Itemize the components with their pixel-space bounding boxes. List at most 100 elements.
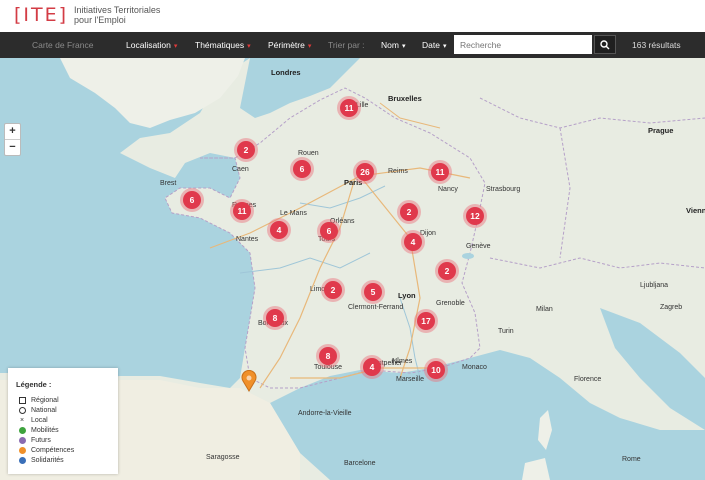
cluster-count: 8	[319, 347, 337, 365]
chevron-down-icon: ▾	[247, 43, 251, 50]
dot-icon	[18, 436, 26, 444]
square-outline-icon	[18, 396, 26, 404]
map-label: Nantes	[236, 236, 259, 243]
zoom-control: + −	[4, 123, 21, 156]
cross-icon: ×	[19, 416, 25, 424]
map-label: Saragosse	[206, 454, 240, 461]
map-cluster-marker[interactable]: 26	[353, 160, 377, 184]
map-label: Le Mans	[280, 210, 307, 217]
chevron-down-icon: ▾	[173, 43, 178, 50]
map-cluster-marker[interactable]: 10	[424, 358, 448, 382]
cluster-count: 2	[400, 203, 418, 221]
map-cluster-marker[interactable]: 12	[463, 204, 487, 228]
map-cluster-marker[interactable]: 4	[401, 230, 425, 254]
map-label: Rome	[622, 456, 641, 463]
map-cluster-marker[interactable]: 6	[180, 188, 204, 212]
map-label: Rouen	[298, 150, 319, 157]
map-legend: Légende : Régional National × Local Mobi…	[8, 368, 118, 474]
cluster-count: 17	[417, 312, 435, 330]
chevron-down-icon: ▾	[442, 43, 447, 50]
legend-item: × Local	[18, 415, 48, 425]
map-label: Bruxelles	[388, 94, 422, 103]
dot-icon	[18, 426, 26, 434]
map-label: Nîmes	[392, 358, 413, 365]
localisation-dropdown[interactable]: Localisation ▾	[126, 32, 177, 58]
map-pin-marker[interactable]	[241, 370, 257, 392]
legend-item: Mobilités	[18, 425, 59, 435]
map-cluster-marker[interactable]: 4	[267, 218, 291, 242]
map-cluster-marker[interactable]: 17	[414, 309, 438, 333]
map-cluster-marker[interactable]: 11	[230, 199, 254, 223]
legend-item: Solidarités	[18, 455, 64, 465]
sort-date-label: Date	[422, 40, 440, 50]
perimetre-label: Périmètre	[268, 40, 305, 50]
legend-item: Régional	[18, 395, 59, 405]
dot-icon	[18, 446, 26, 454]
cluster-count: 10	[427, 361, 445, 379]
legend-label: Compétences	[31, 446, 75, 454]
search-button[interactable]	[594, 35, 616, 54]
map-cluster-marker[interactable]: 8	[316, 344, 340, 368]
legend-label: Mobilités	[31, 426, 59, 434]
perimetre-dropdown[interactable]: Périmètre ▾	[268, 32, 311, 58]
legend-label: Futurs	[31, 436, 51, 444]
map-link[interactable]: Carte de France	[32, 32, 93, 58]
legend-item: National	[18, 405, 57, 415]
map-cluster-marker[interactable]: 8	[263, 306, 287, 330]
localisation-label: Localisation	[126, 40, 171, 50]
map-label: Lyon	[398, 291, 416, 300]
legend-label: Local	[31, 416, 48, 424]
map-cluster-marker[interactable]: 11	[337, 96, 361, 120]
site-logo[interactable]: [ITE] Initiatives Territoriales pour l'E…	[14, 4, 164, 26]
search-input[interactable]	[454, 35, 592, 54]
cluster-count: 26	[356, 163, 374, 181]
cluster-count: 11	[431, 163, 449, 181]
results-count: 163 résultats	[632, 40, 681, 50]
sort-nom-button[interactable]: Nom ▾	[381, 32, 405, 58]
sort-date-button[interactable]: Date ▾	[422, 32, 446, 58]
map-cluster-marker[interactable]: 11	[428, 160, 452, 184]
map-label: Strasbourg	[486, 186, 521, 193]
map-cluster-marker[interactable]: 2	[397, 200, 421, 224]
sort-label: Trier par :	[328, 40, 365, 50]
logo-mark: [ITE]	[14, 4, 69, 26]
cluster-count: 11	[233, 202, 251, 220]
cluster-count: 6	[183, 191, 201, 209]
map-label: Barcelone	[344, 460, 376, 467]
map-label: Caen	[232, 166, 249, 173]
map-cluster-marker[interactable]: 6	[317, 219, 341, 243]
thematiques-dropdown[interactable]: Thématiques ▾	[195, 32, 251, 58]
map-cluster-marker[interactable]: 2	[321, 278, 345, 302]
legend-label: Régional	[31, 396, 59, 404]
cluster-count: 4	[363, 358, 381, 376]
legend-item: Compétences	[18, 445, 74, 455]
cluster-count: 6	[293, 160, 311, 178]
map-label: Prague	[648, 126, 674, 135]
thematiques-label: Thématiques	[195, 40, 245, 50]
map-label: Londres	[271, 68, 301, 77]
zoom-in-button[interactable]: +	[5, 124, 20, 139]
legend-item: Futurs	[18, 435, 51, 445]
cluster-count: 8	[266, 309, 284, 327]
zoom-out-button[interactable]: −	[5, 139, 20, 155]
map-label: Turin	[498, 328, 514, 335]
map-label: Genève	[466, 243, 491, 250]
chevron-down-icon: ▾	[307, 43, 312, 50]
map-label: Grenoble	[436, 300, 465, 307]
map-cluster-marker[interactable]: 2	[435, 259, 459, 283]
cluster-count: 12	[466, 207, 484, 225]
map-label: Monaco	[462, 364, 487, 371]
map-cluster-marker[interactable]: 6	[290, 157, 314, 181]
search-icon	[600, 39, 610, 49]
map-cluster-marker[interactable]: 2	[234, 138, 258, 162]
map-label: Nancy	[438, 186, 458, 193]
cluster-count: 4	[404, 233, 422, 251]
legend-label: Solidarités	[31, 456, 64, 464]
map-label: Marseille	[396, 376, 425, 383]
map-label: Zagreb	[660, 304, 683, 311]
cluster-count: 2	[324, 281, 342, 299]
chevron-down-icon: ▾	[401, 43, 406, 50]
map-cluster-marker[interactable]: 5	[361, 280, 385, 304]
map-cluster-marker[interactable]: 4	[360, 355, 384, 379]
map-label: Milan	[536, 306, 553, 313]
